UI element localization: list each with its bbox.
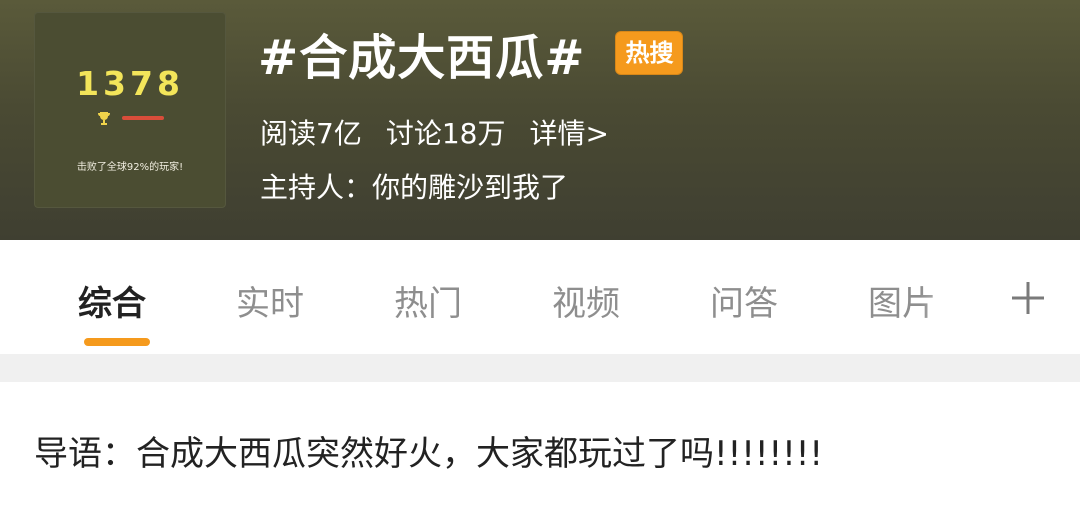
lead-section: 导语：合成大西瓜突然好火，大家都玩过了吗!!!!!!!!: [0, 382, 1080, 523]
topic-host[interactable]: 主持人：你的雕沙到我了: [260, 166, 568, 206]
lead-text: 导语：合成大西瓜突然好火，大家都玩过了吗!!!!!!!!: [34, 434, 824, 474]
read-count: 阅读7亿: [260, 117, 362, 150]
topic-thumbnail[interactable]: 1378 击败了全球92%的玩家!: [34, 12, 226, 208]
trophy-icon: [98, 112, 110, 125]
topic-stats: 阅读7亿 讨论18万 详情>: [260, 112, 609, 152]
topic-title: #合成大西瓜#: [258, 30, 586, 86]
section-divider: [0, 354, 1080, 382]
tab-realtime[interactable]: 实时: [236, 276, 304, 328]
topic-header: 1378 击败了全球92%的玩家! #合成大西瓜# 热搜 阅读7亿 讨论18万 …: [0, 0, 1080, 240]
tab-comprehensive[interactable]: 综合: [78, 276, 146, 328]
details-link[interactable]: 详情>: [529, 112, 608, 152]
thumbnail-caption: 击败了全球92%的玩家!: [76, 162, 184, 173]
thumbnail-score: 1378: [76, 64, 184, 103]
title-row: #合成大西瓜# 热搜: [258, 22, 684, 86]
tab-images[interactable]: 图片: [868, 276, 936, 328]
plus-icon[interactable]: [1008, 278, 1048, 318]
active-tab-indicator: [84, 338, 150, 346]
tab-video[interactable]: 视频: [552, 276, 620, 328]
tab-hot[interactable]: 热门: [394, 276, 462, 328]
hot-badge: 热搜: [615, 31, 684, 75]
tab-bar: 综合 实时 热门 视频 问答 图片: [0, 240, 1080, 354]
tab-qa[interactable]: 问答: [710, 276, 778, 328]
discussion-count: 讨论18万: [385, 117, 506, 150]
thumbnail-rank-bar: [122, 116, 164, 120]
